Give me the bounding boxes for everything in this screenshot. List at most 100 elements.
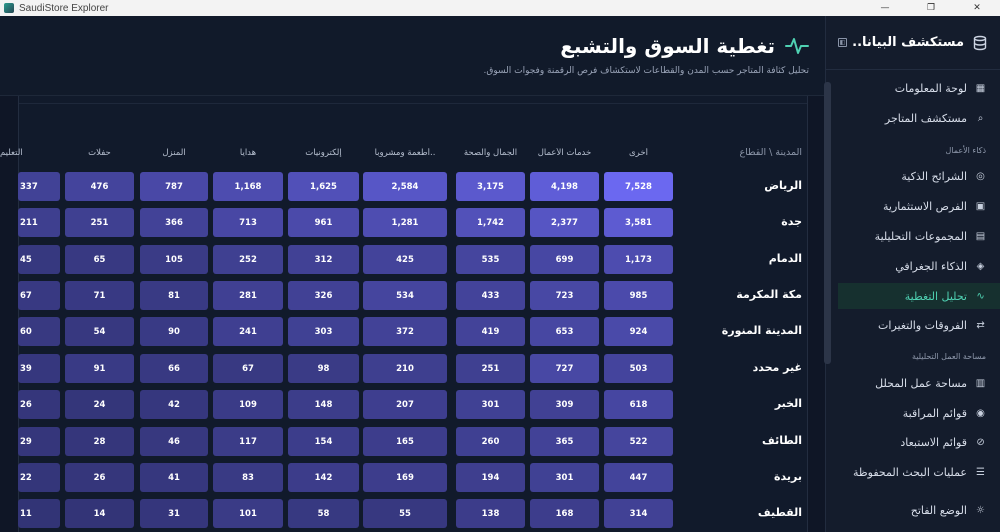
heatmap-cell[interactable]: 67 bbox=[18, 281, 60, 310]
heatmap-cell[interactable]: 433 bbox=[456, 281, 525, 310]
heatmap-cell[interactable]: 2,584 bbox=[363, 172, 447, 201]
heatmap-cell[interactable]: 251 bbox=[456, 354, 525, 383]
heatmap-cell[interactable]: 419 bbox=[456, 317, 525, 346]
heatmap-cell[interactable]: 60 bbox=[18, 317, 60, 346]
heatmap-cell[interactable]: 31 bbox=[140, 499, 208, 528]
heatmap-cell[interactable]: 138 bbox=[456, 499, 525, 528]
heatmap-cell[interactable]: 365 bbox=[530, 427, 599, 456]
heatmap-cell[interactable]: 101 bbox=[213, 499, 283, 528]
heatmap-cell[interactable]: 252 bbox=[213, 245, 283, 274]
heatmap-cell[interactable]: 503 bbox=[604, 354, 673, 383]
heatmap-cell[interactable]: 337 bbox=[18, 172, 60, 201]
heatmap-cell[interactable]: 194 bbox=[456, 463, 525, 492]
column-header[interactable]: الجمال والصحة bbox=[456, 148, 525, 158]
heatmap-cell[interactable]: 1,168 bbox=[213, 172, 283, 201]
column-header[interactable]: أطعمة ومشروبا.. bbox=[363, 148, 447, 158]
heatmap-cell[interactable]: 924 bbox=[604, 317, 673, 346]
column-header[interactable]: إلكترونيات bbox=[288, 148, 359, 158]
heatmap-cell[interactable]: 522 bbox=[604, 427, 673, 456]
heatmap-cell[interactable]: 303 bbox=[288, 317, 359, 346]
column-header[interactable]: خدمات الأعمال bbox=[530, 148, 599, 158]
heatmap-cell[interactable]: 169 bbox=[363, 463, 447, 492]
heatmap-cell[interactable]: 251 bbox=[65, 208, 134, 237]
heatmap-cell[interactable]: 312 bbox=[288, 245, 359, 274]
heatmap-cell[interactable]: 46 bbox=[140, 427, 208, 456]
heatmap-cell[interactable]: 425 bbox=[363, 245, 447, 274]
heatmap-cell[interactable]: 326 bbox=[288, 281, 359, 310]
column-header[interactable]: أخرى bbox=[604, 148, 673, 158]
heatmap-cell[interactable]: 98 bbox=[288, 354, 359, 383]
heatmap-cell[interactable]: 713 bbox=[213, 208, 283, 237]
heatmap-cell[interactable]: 66 bbox=[140, 354, 208, 383]
heatmap-cell[interactable]: 314 bbox=[604, 499, 673, 528]
heatmap-cell[interactable]: 211 bbox=[18, 208, 60, 237]
heatmap-cell[interactable]: 22 bbox=[18, 463, 60, 492]
heatmap-cell[interactable]: 372 bbox=[363, 317, 447, 346]
heatmap-cell[interactable]: 1,173 bbox=[604, 245, 673, 274]
heatmap-cell[interactable]: 210 bbox=[363, 354, 447, 383]
heatmap-cell[interactable]: 117 bbox=[213, 427, 283, 456]
heatmap-cell[interactable]: 535 bbox=[456, 245, 525, 274]
sidebar-item[interactable]: ◈ الذكاء الجغرافي bbox=[826, 253, 1000, 279]
heatmap-cell[interactable]: 3,581 bbox=[604, 208, 673, 237]
heatmap-cell[interactable]: 105 bbox=[140, 245, 208, 274]
heatmap-cell[interactable]: 447 bbox=[604, 463, 673, 492]
heatmap-cell[interactable]: 81 bbox=[140, 281, 208, 310]
heatmap-cell[interactable]: 11 bbox=[18, 499, 60, 528]
heatmap-cell[interactable]: 24 bbox=[65, 390, 134, 419]
sidebar-item[interactable]: ▤ المجموعات التحليلية bbox=[826, 223, 1000, 249]
theme-toggle-button[interactable]: ☼ الوضع الفاتح bbox=[826, 497, 1000, 523]
heatmap-cell[interactable]: 165 bbox=[363, 427, 447, 456]
heatmap-cell[interactable]: 727 bbox=[530, 354, 599, 383]
heatmap-cell[interactable]: 618 bbox=[604, 390, 673, 419]
heatmap-cell[interactable]: 45 bbox=[18, 245, 60, 274]
column-header[interactable]: المنزل bbox=[140, 148, 208, 158]
sidebar-item[interactable]: ◎ الشرائح الذكية bbox=[826, 163, 1000, 189]
heatmap-cell[interactable]: 42 bbox=[140, 390, 208, 419]
sidebar-item[interactable]: ▣ الفرص الاستثمارية bbox=[826, 193, 1000, 219]
heatmap-cell[interactable]: 281 bbox=[213, 281, 283, 310]
heatmap-cell[interactable]: 961 bbox=[288, 208, 359, 237]
heatmap-cell[interactable]: 29 bbox=[18, 427, 60, 456]
sidebar-item[interactable]: ▥ مساحة عمل المحلل bbox=[826, 370, 1000, 396]
heatmap-cell[interactable]: 699 bbox=[530, 245, 599, 274]
sidebar-item[interactable]: ▦ لوحة المعلومات bbox=[826, 75, 1000, 101]
heatmap-cell[interactable]: 301 bbox=[530, 463, 599, 492]
column-header[interactable]: حفلات bbox=[65, 148, 134, 158]
heatmap-cell[interactable]: 4,198 bbox=[530, 172, 599, 201]
minimize-button[interactable]: — bbox=[862, 0, 908, 16]
heatmap-cell[interactable]: 207 bbox=[363, 390, 447, 419]
heatmap-cell[interactable]: 534 bbox=[363, 281, 447, 310]
heatmap-cell[interactable]: 65 bbox=[65, 245, 134, 274]
heatmap-cell[interactable]: 309 bbox=[530, 390, 599, 419]
vertical-scrollbar[interactable] bbox=[824, 82, 831, 364]
heatmap-cell[interactable]: 1,742 bbox=[456, 208, 525, 237]
heatmap-cell[interactable]: 91 bbox=[65, 354, 134, 383]
heatmap-cell[interactable]: 71 bbox=[65, 281, 134, 310]
sidebar-item[interactable]: ◉ قوائم المراقبة bbox=[826, 400, 1000, 426]
heatmap-cell[interactable]: 260 bbox=[456, 427, 525, 456]
heatmap-cell[interactable]: 26 bbox=[18, 390, 60, 419]
heatmap-cell[interactable]: 28 bbox=[65, 427, 134, 456]
heatmap-cell[interactable]: 26 bbox=[65, 463, 134, 492]
heatmap-cell[interactable]: 241 bbox=[213, 317, 283, 346]
sidebar-item[interactable]: ☰ عمليات البحث المحفوظة bbox=[826, 459, 1000, 485]
close-button[interactable]: ✕ bbox=[954, 0, 1000, 16]
column-header[interactable]: هدايا bbox=[213, 148, 283, 158]
heatmap-cell[interactable]: 148 bbox=[288, 390, 359, 419]
heatmap-cell[interactable]: 723 bbox=[530, 281, 599, 310]
heatmap-cell[interactable]: 653 bbox=[530, 317, 599, 346]
collapse-sidebar-icon[interactable]: ◧ bbox=[838, 38, 847, 47]
heatmap-cell[interactable]: 2,377 bbox=[530, 208, 599, 237]
heatmap-cell[interactable]: 1,281 bbox=[363, 208, 447, 237]
heatmap-cell[interactable]: 301 bbox=[456, 390, 525, 419]
heatmap-cell[interactable]: 142 bbox=[288, 463, 359, 492]
sidebar-item[interactable]: ⊘ قوائم الاستبعاد bbox=[826, 429, 1000, 455]
heatmap-cell[interactable]: 7,528 bbox=[604, 172, 673, 201]
column-header[interactable]: التعليم bbox=[0, 148, 60, 158]
maximize-button[interactable]: ❐ bbox=[908, 0, 954, 16]
sidebar-item[interactable]: ⌕ مستكشف المتاجر bbox=[826, 105, 1000, 131]
heatmap-cell[interactable]: 366 bbox=[140, 208, 208, 237]
heatmap-cell[interactable]: 54 bbox=[65, 317, 134, 346]
heatmap-cell[interactable]: 58 bbox=[288, 499, 359, 528]
